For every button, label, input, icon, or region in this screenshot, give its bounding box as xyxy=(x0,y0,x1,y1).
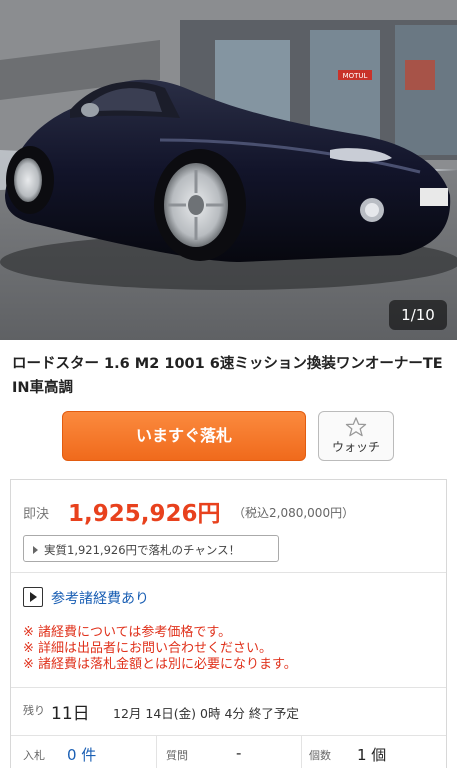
car-photo: MOTUL xyxy=(0,0,457,340)
price-value: 1,925,926円 xyxy=(68,501,221,527)
listing-title: ロードスター 1.6 M2 1001 6速ミッション換装ワンオーナーTEIN車高… xyxy=(12,356,443,396)
chance-text: 実質1,921,926円で落札のチャンス！ xyxy=(44,543,241,557)
fee-note: ※ 諸経費については参考価格です。 xyxy=(23,625,232,640)
play-triangle-icon xyxy=(33,546,38,554)
buy-now-price-row: 即決 1,925,926円 （税込2,080,000円） xyxy=(23,494,433,527)
divider xyxy=(156,736,157,768)
star-icon xyxy=(345,417,367,437)
divider xyxy=(301,736,302,768)
photo-counter: 1/10 xyxy=(389,300,447,330)
car-photo-gallery[interactable]: MOTUL 1/10 xyxy=(0,0,457,340)
remaining-label: 残り xyxy=(23,704,45,717)
fee-note: ※ 詳細は出品者にお問い合わせください。 xyxy=(23,641,273,656)
buy-now-button[interactable]: いますぐ落札 xyxy=(62,411,306,461)
bids-value[interactable]: 0 件 xyxy=(67,744,96,765)
quantity-stat: 個数 1 個 xyxy=(309,736,439,768)
price-tax-included: （税込2,080,000円） xyxy=(233,506,355,520)
fee-note: ※ 諸経費は落札金額とは別に必要になります。 xyxy=(23,657,297,672)
remaining-time-row: 残り 11日 12月 14日(金) 0時 4分 終了予定 xyxy=(11,688,446,735)
price-panel: 即決 1,925,926円 （税込2,080,000円） 実質1,921,926… xyxy=(10,479,447,768)
play-box-icon xyxy=(23,587,43,607)
bids-label: 入札 xyxy=(23,749,45,762)
fees-link-text[interactable]: 参考諸経費あり xyxy=(51,588,149,608)
watch-button[interactable]: ウォッチ xyxy=(318,411,394,461)
questions-value: - xyxy=(236,744,242,762)
quantity-label: 個数 xyxy=(309,749,331,762)
fee-notes: ※ 諸経費については参考価格です。 ※ 詳細は出品者にお問い合わせください。 ※… xyxy=(23,625,438,673)
chance-button[interactable]: 実質1,921,926円で落札のチャンス！ xyxy=(23,535,279,562)
bids-stat[interactable]: 入札 0 件 xyxy=(23,736,153,768)
end-time: 12月 14日(金) 0時 4分 終了予定 xyxy=(113,706,299,721)
quantity-value: 1 個 xyxy=(357,746,387,764)
questions-stat: 質問 - xyxy=(166,736,296,768)
watch-label: ウォッチ xyxy=(331,440,380,454)
stats-row: 入札 0 件 質問 - 個数 1 個 xyxy=(11,736,446,768)
sign-text: MOTUL xyxy=(343,72,368,80)
questions-label: 質問 xyxy=(166,749,188,762)
remaining-days: 11日 xyxy=(51,704,90,724)
price-label: 即決 xyxy=(23,507,50,522)
divider xyxy=(11,572,446,573)
